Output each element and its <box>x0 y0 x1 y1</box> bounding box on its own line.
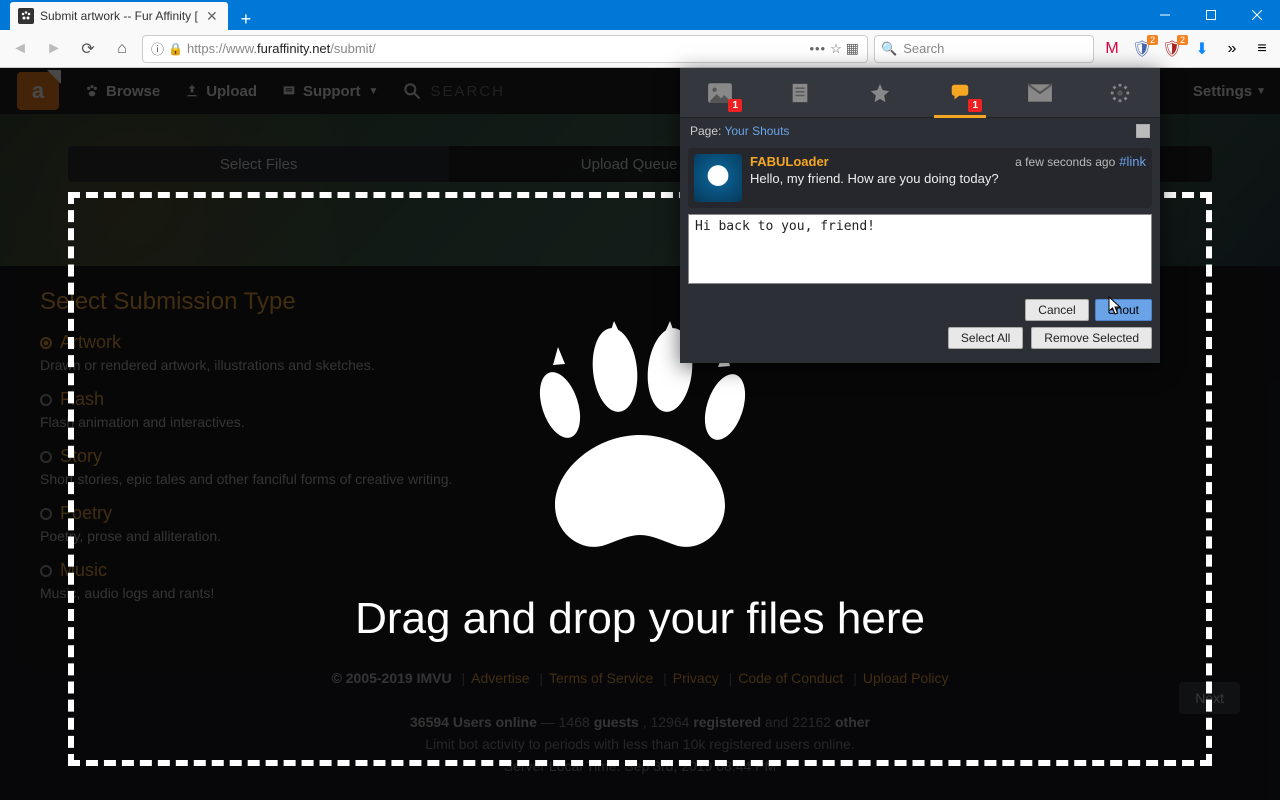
extension-popover: 1 1 Page: Your Shouts <box>680 68 1160 363</box>
ublock-extension-icon[interactable]: 🛡2 <box>1160 37 1184 61</box>
shield-extension-icon[interactable]: 🛡2 <box>1130 37 1154 61</box>
dropzone-text: Drag and drop your files here <box>355 594 925 644</box>
page-actions-icon[interactable]: ••• <box>809 41 826 56</box>
shout-timestamp: a few seconds ago <box>1015 155 1115 169</box>
popover-checkbox[interactable] <box>1136 124 1150 138</box>
downloads-icon[interactable]: ⬇ <box>1190 37 1214 61</box>
tab-close-icon[interactable]: ✕ <box>204 8 220 25</box>
popover-page-link[interactable]: Your Shouts <box>724 124 789 138</box>
popover-page-row: Page: Your Shouts <box>680 118 1160 144</box>
popover-tab-mail[interactable] <box>1010 68 1070 118</box>
overflow-icon[interactable]: » <box>1220 37 1244 61</box>
window-maximize-button[interactable] <box>1188 0 1234 30</box>
select-all-button[interactable]: Select All <box>948 327 1023 349</box>
url-bar[interactable]: ⓘ 🔒 https://www.furaffinity.net/submit/ … <box>142 35 868 63</box>
popover-tab-notes[interactable] <box>770 68 830 118</box>
popover-tab-messages[interactable]: 1 <box>930 68 990 118</box>
browser-navbar: ◄ ► ⟳ ⌂ ⓘ 🔒 https://www.furaffinity.net/… <box>0 30 1280 68</box>
search-icon: 🔍 <box>881 41 897 57</box>
nav-back-button[interactable]: ◄ <box>6 35 34 63</box>
cancel-button[interactable]: Cancel <box>1025 299 1088 321</box>
gmail-extension-icon[interactable]: M <box>1100 37 1124 61</box>
nav-forward-button[interactable]: ► <box>40 35 68 63</box>
shout-item: FABULoader a few seconds ago #link Hello,… <box>688 148 1152 208</box>
cursor-icon <box>1108 296 1122 316</box>
qr-icon[interactable]: ▦ <box>846 40 859 57</box>
window-titlebar: Submit artwork -- Fur Affinity [ ✕ + <box>0 0 1280 30</box>
popover-tabs: 1 1 <box>680 68 1160 118</box>
url-text: https://www.furaffinity.net/submit/ <box>187 41 805 56</box>
remove-selected-button[interactable]: Remove Selected <box>1031 327 1152 349</box>
browser-tab[interactable]: Submit artwork -- Fur Affinity [ ✕ <box>10 2 228 30</box>
shout-username[interactable]: FABULoader <box>750 154 829 169</box>
window-close-button[interactable] <box>1234 0 1280 30</box>
new-tab-button[interactable]: + <box>232 9 260 30</box>
lock-icon: 🔒 <box>168 42 183 56</box>
popover-tab-images[interactable]: 1 <box>690 68 750 118</box>
reply-textarea[interactable] <box>688 214 1152 284</box>
shout-avatar[interactable] <box>694 154 742 202</box>
shout-message: Hello, my friend. How are you doing toda… <box>750 171 1146 186</box>
nav-reload-button[interactable]: ⟳ <box>74 35 102 63</box>
browser-search-bar[interactable]: 🔍 Search <box>874 35 1094 63</box>
menu-icon[interactable]: ≡ <box>1250 37 1274 61</box>
popover-tab-settings[interactable] <box>1090 68 1150 118</box>
popover-tab-favorites[interactable] <box>850 68 910 118</box>
tab-title: Submit artwork -- Fur Affinity [ <box>40 9 198 23</box>
info-icon[interactable]: ⓘ <box>151 39 164 58</box>
window-minimize-button[interactable] <box>1142 0 1188 30</box>
shout-button[interactable]: Shout <box>1095 299 1152 321</box>
search-placeholder: Search <box>903 41 944 56</box>
shout-permalink[interactable]: #link <box>1119 154 1146 169</box>
nav-home-button[interactable]: ⌂ <box>108 35 136 63</box>
tab-favicon <box>18 8 34 24</box>
bookmark-star-icon[interactable]: ☆ <box>830 41 842 57</box>
